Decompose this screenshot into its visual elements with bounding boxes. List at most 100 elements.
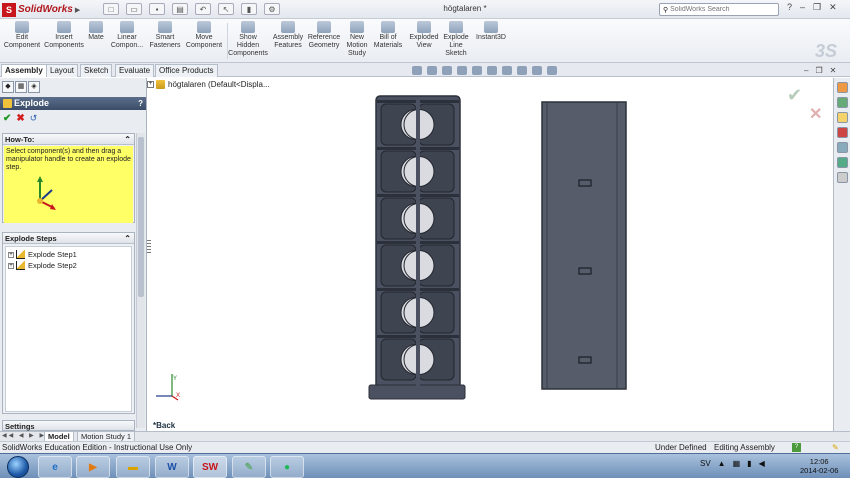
speaker-side-panel[interactable] <box>541 101 627 390</box>
doc-close-icon[interactable]: ✕ <box>830 66 837 75</box>
clock[interactable]: 12:06 2014-02-06 <box>800 457 838 475</box>
confirm-ok-icon[interactable]: ✔ <box>787 85 802 106</box>
undo-icon[interactable]: ↺ <box>30 113 38 124</box>
network-icon[interactable]: ▦ <box>733 459 741 468</box>
language-indicator[interactable]: SV <box>700 459 711 468</box>
speaker-frame[interactable] <box>368 95 466 400</box>
reference-geometry-button[interactable]: Reference Geometry <box>305 21 343 61</box>
settings-group-header[interactable]: Settings <box>2 420 135 431</box>
quick-tips-icon[interactable]: ? <box>792 443 801 452</box>
custom-properties-icon[interactable] <box>836 172 848 183</box>
tab-evaluate[interactable]: Evaluate <box>115 64 155 77</box>
resources-icon[interactable] <box>836 82 848 93</box>
show-hidden-components-button[interactable]: Show Hidden Components <box>228 21 268 61</box>
media-player-icon[interactable]: ▶ <box>76 456 110 478</box>
ok-check-icon[interactable]: ✔ <box>3 113 11 124</box>
list-item[interactable]: + Explode Step1 <box>6 249 131 260</box>
collapse-icon[interactable]: ⌃ <box>124 134 131 145</box>
explode-line-sketch-button[interactable]: Explode Line Sketch <box>441 21 471 61</box>
menu-arrow-icon[interactable]: ▶ <box>75 6 80 14</box>
apply-scene-icon[interactable] <box>532 66 542 75</box>
feature-manager-tab-icon[interactable]: ◆ <box>2 81 14 93</box>
configuration-manager-tab-icon[interactable]: ◈ <box>28 81 40 93</box>
smart-fasteners-button[interactable]: Smart Fasteners <box>147 21 183 61</box>
options-icon[interactable]: ⚙ <box>264 3 280 15</box>
display-style-icon[interactable] <box>487 66 497 75</box>
design-library-icon[interactable] <box>836 97 848 108</box>
new-motion-study-button[interactable]: New Motion Study <box>345 21 369 61</box>
file-explorer-icon[interactable]: ▬ <box>116 456 150 478</box>
select-icon[interactable]: ↖ <box>218 3 234 15</box>
confirm-cancel-icon[interactable]: ✕ <box>809 104 822 124</box>
search-input[interactable] <box>670 6 771 13</box>
search-results-icon[interactable] <box>836 127 848 138</box>
explode-steps-header[interactable]: Explode Steps ⌃ <box>3 233 134 244</box>
new-icon[interactable]: □ <box>103 3 119 15</box>
instant3d-button[interactable]: Instant3D <box>474 21 508 61</box>
tab-assembly[interactable]: Assembly <box>1 64 47 77</box>
move-component-button[interactable]: Move Component <box>184 21 224 61</box>
exploded-view-button[interactable]: Exploded View <box>408 21 440 61</box>
cancel-x-icon[interactable]: ✖ <box>16 113 24 124</box>
scrollbar-thumb[interactable] <box>138 137 144 297</box>
insert-components-button[interactable]: Insert Components <box>43 21 85 61</box>
expand-icon[interactable]: + <box>8 251 14 258</box>
save-icon[interactable]: ▪ <box>149 3 165 15</box>
property-manager-header: Explode ? <box>0 97 146 110</box>
internet-explorer-icon[interactable]: e <box>38 456 72 478</box>
assembly-features-button[interactable]: Assembly Features <box>272 21 304 61</box>
zoom-to-fit-icon[interactable] <box>412 66 422 75</box>
expand-icon[interactable]: + <box>8 262 14 269</box>
property-manager-tab-icon[interactable]: ▦ <box>15 81 27 93</box>
howto-header[interactable]: How-To: ⌃ <box>3 134 134 145</box>
previous-view-icon[interactable] <box>442 66 452 75</box>
system-tray: SV ▲ ▦ ▮ ◀ <box>700 459 765 468</box>
solidworks-logo[interactable]: S SolidWorks ▶ <box>2 2 80 17</box>
spotify-icon[interactable]: ● <box>270 456 304 478</box>
list-item[interactable]: + Explode Step2 <box>6 260 131 271</box>
minimize-icon[interactable]: – <box>800 2 805 13</box>
rebuild-icon[interactable]: ▮ <box>241 3 257 15</box>
tab-layout[interactable]: Layout <box>46 64 79 77</box>
word-icon[interactable]: W <box>155 456 189 478</box>
feature-tree-root[interactable]: + högtalaren (Default<Displa... <box>147 80 270 89</box>
view-settings-icon[interactable] <box>547 66 557 75</box>
panel-scrollbar[interactable] <box>136 133 145 428</box>
help-icon[interactable]: ? <box>787 2 792 13</box>
close-icon[interactable]: ✕ <box>829 2 837 13</box>
section-view-icon[interactable] <box>457 66 467 75</box>
search-box[interactable]: ⚲ <box>659 3 779 16</box>
linear-pattern-button[interactable]: Linear Compon... <box>108 21 146 61</box>
start-button[interactable] <box>7 456 29 478</box>
print-icon[interactable]: ▤ <box>172 3 188 15</box>
help-icon[interactable]: ? <box>138 97 143 110</box>
howto-title: How-To: <box>5 135 35 144</box>
explode-steps-list: + Explode Step1 + Explode Step2 <box>5 246 132 412</box>
undo-icon[interactable]: ↶ <box>195 3 211 15</box>
expand-icon[interactable]: + <box>147 81 154 88</box>
open-icon[interactable]: ▭ <box>126 3 142 15</box>
zoom-to-area-icon[interactable] <box>427 66 437 75</box>
power-icon[interactable]: ▮ <box>747 459 751 468</box>
doc-minimize-icon[interactable]: – <box>804 66 808 75</box>
mate-button[interactable]: Mate <box>85 21 107 61</box>
rebuild-status-icon[interactable]: ✎ <box>832 442 839 453</box>
doc-restore-icon[interactable]: ❐ <box>815 66 822 75</box>
view-palette-icon[interactable] <box>836 142 848 153</box>
volume-icon[interactable]: ◀ <box>759 459 765 468</box>
solidworks-taskbar-icon[interactable]: SW <box>193 456 227 478</box>
paint-icon[interactable]: ✎ <box>232 456 266 478</box>
graphics-area[interactable] <box>151 78 833 431</box>
tray-arrow-icon[interactable]: ▲ <box>718 459 726 468</box>
hide-show-items-icon[interactable] <box>502 66 512 75</box>
appearances-icon[interactable] <box>836 157 848 168</box>
edit-component-button[interactable]: Edit Component <box>2 21 42 61</box>
file-explorer-icon[interactable] <box>836 112 848 123</box>
restore-icon[interactable]: ❐ <box>813 2 821 13</box>
tab-sketch[interactable]: Sketch <box>80 64 113 77</box>
edit-appearance-icon[interactable] <box>517 66 527 75</box>
tab-office-products[interactable]: Office Products <box>155 64 218 77</box>
view-orientation-icon[interactable] <box>472 66 482 75</box>
collapse-icon[interactable]: ⌃ <box>124 233 131 244</box>
bill-of-materials-button[interactable]: Bill of Materials <box>373 21 403 61</box>
